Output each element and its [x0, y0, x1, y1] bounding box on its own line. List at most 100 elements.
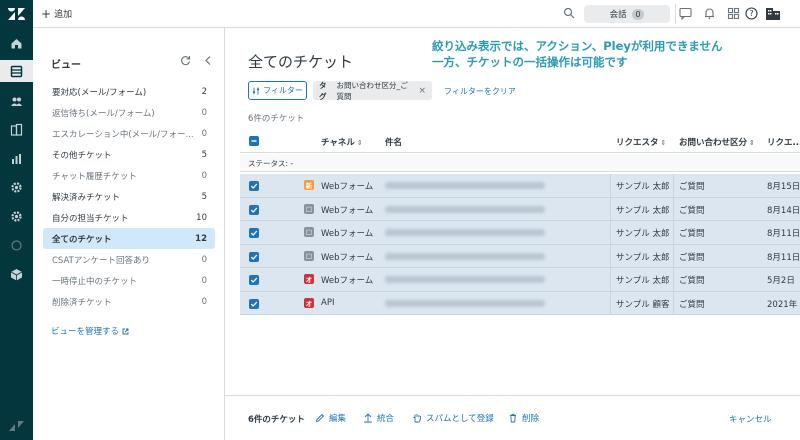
view-item[interactable]: CSATアンケート回答あり 0 [43, 249, 215, 270]
add-button-label: 追加 [54, 10, 73, 20]
clear-filter-link[interactable]: フィルターをクリア [444, 86, 516, 97]
column-divider [610, 291, 611, 314]
view-item[interactable]: チャット履歴チケット 0 [43, 165, 215, 186]
home-icon[interactable] [0, 32, 33, 54]
tag-filter-chip[interactable]: タグ お問い合わせ区分_ご質問 × [313, 81, 432, 101]
mark-as-spam-button[interactable]: スパムとして登録 [412, 412, 494, 424]
requested-date-cell: 8月14日 [767, 205, 800, 216]
row-checkbox[interactable] [249, 251, 259, 262]
close-icon[interactable]: × [418, 86, 426, 96]
collapse-chevron-icon[interactable] [203, 55, 213, 66]
zendesk-logo-icon[interactable] [8, 7, 25, 21]
notification-bell-icon[interactable] [703, 7, 716, 20]
filter-button[interactable]: フィルター [248, 81, 307, 100]
settings-gear-icon[interactable] [0, 205, 33, 227]
customers-icon[interactable] [0, 90, 33, 112]
organizations-icon[interactable] [0, 118, 33, 140]
table-row[interactable]: オ API サンプル 顧客 ご質問 2021年 [240, 291, 800, 315]
edit-button[interactable]: 編集 [315, 412, 346, 424]
merge-button[interactable]: 統合 [363, 412, 394, 424]
view-item[interactable]: その他チケット 5 [43, 144, 215, 165]
table-row[interactable]: オ Webフォーム サンプル 太郎 ご質問 5月2日 [240, 268, 800, 292]
refresh-icon[interactable] [180, 55, 191, 66]
edit-label: 編集 [329, 414, 347, 424]
column-header-subject[interactable]: 件名 [385, 136, 402, 148]
row-checkbox[interactable] [249, 228, 259, 238]
row-checkbox[interactable] [249, 181, 259, 191]
column-divider [673, 268, 674, 291]
table-row[interactable]: □ Webフォーム サンプル 太郎 ご質問 8月11日 [240, 244, 800, 268]
reporting-icon[interactable] [0, 147, 33, 169]
channel-status-icon: □ [304, 250, 314, 261]
manage-views-label: ビューを管理する [51, 327, 120, 337]
view-item[interactable]: 解決済みチケット 5 [43, 186, 215, 207]
table-row[interactable]: □ Webフォーム サンプル 太郎 ご質問 8月14日 [240, 197, 800, 221]
ticket-table-body: 新 Webフォーム サンプル 太郎 ご質問 8月15日 □ Webフォーム サンプル 太郎 ご質… [240, 174, 800, 315]
subject-cell-redacted[interactable] [385, 252, 545, 260]
channel-status-icon: □ [304, 203, 314, 214]
subject-cell-redacted[interactable] [385, 205, 545, 213]
sort-icon: ⇕ [749, 139, 755, 147]
check-icon [250, 207, 258, 213]
column-header-requested[interactable]: リクエ... [767, 136, 800, 148]
channel-status-icon: オ [304, 274, 314, 284]
subject-cell-redacted[interactable] [385, 276, 545, 283]
cancel-button[interactable]: キャンセル [729, 413, 772, 425]
category-cell: ご質問 [679, 205, 705, 216]
conversations-button[interactable]: 会話 0 [584, 5, 670, 23]
delete-button[interactable]: 削除 [508, 412, 539, 424]
requested-date-cell: 8月11日 [767, 252, 800, 263]
channel-cell: Webフォーム [321, 205, 374, 216]
view-item[interactable]: 削除済チケット 0 [43, 291, 215, 312]
column-divider [673, 291, 674, 314]
view-item[interactable]: 全てのチケット 12 [43, 228, 215, 249]
svg-text:?: ? [749, 9, 753, 18]
subject-cell-redacted[interactable] [385, 182, 545, 189]
view-item[interactable]: 返信待ち(メール/フォーム) 0 [43, 102, 215, 123]
channel-header-label: チャネル [321, 138, 355, 148]
requester-cell: サンプル 太郎 [616, 182, 670, 192]
table-row[interactable]: □ Webフォーム サンプル 太郎 ご質問 8月11日 [240, 221, 800, 245]
admin-gear-icon[interactable] [0, 176, 33, 198]
product-tray-icon[interactable] [727, 7, 740, 20]
status-group-row[interactable]: ステータス: - [240, 154, 800, 172]
view-item-label: 削除済チケット [52, 297, 112, 308]
view-item[interactable]: エスカレーション中(メール/フォー... 0 [43, 123, 215, 144]
view-item[interactable]: 自分の担当チケット 10 [43, 207, 215, 228]
table-row[interactable]: 新 Webフォーム サンプル 太郎 ご質問 8月15日 [240, 174, 800, 198]
requester-cell: サンプル 太郎 [616, 252, 670, 263]
apps-icon[interactable] [0, 234, 33, 256]
help-icon[interactable]: ? [745, 7, 758, 20]
add-button[interactable]: + 追加 [41, 7, 73, 21]
view-item-label: 一時停止中のチケット [52, 276, 138, 287]
requester-cell: サンプル 太郎 [616, 276, 670, 286]
manage-views-link[interactable]: ビューを管理する [51, 325, 129, 337]
column-header-category[interactable]: お問い合わせ区分 ⇕ [679, 136, 755, 148]
subject-cell-redacted[interactable] [385, 299, 545, 307]
requested-date-cell: 2021年 [767, 299, 798, 310]
chat-icon[interactable] [679, 7, 692, 20]
requested-date-cell: 8月15日 [767, 182, 800, 192]
column-header-requester[interactable]: リクエスタ ⇕ [616, 136, 666, 148]
search-icon[interactable] [563, 7, 575, 19]
views-icon[interactable] [0, 60, 33, 82]
subject-cell-redacted[interactable] [385, 229, 545, 236]
merge-label: 統合 [377, 414, 395, 424]
view-item[interactable]: 一時停止中のチケット 0 [43, 270, 215, 291]
view-item-label: エスカレーション中(メール/フォー... [52, 129, 194, 140]
view-item-count: 12 [195, 233, 207, 244]
select-all-checkbox[interactable] [249, 136, 259, 146]
cube-icon[interactable] [0, 263, 33, 285]
check-icon [250, 230, 258, 236]
organization-avatar-icon[interactable] [766, 6, 780, 20]
row-checkbox[interactable] [249, 275, 259, 285]
check-icon [251, 140, 257, 142]
column-header-channel[interactable]: チャネル ⇕ [321, 136, 363, 148]
sort-icon: ⇕ [660, 139, 667, 147]
row-checkbox[interactable] [249, 204, 259, 215]
view-item[interactable]: 要対応(メール/フォーム) 2 [43, 81, 215, 102]
check-icon [250, 277, 258, 283]
row-checkbox[interactable] [249, 298, 259, 309]
page-title: 全てのチケット [248, 53, 354, 71]
check-icon [250, 301, 258, 307]
